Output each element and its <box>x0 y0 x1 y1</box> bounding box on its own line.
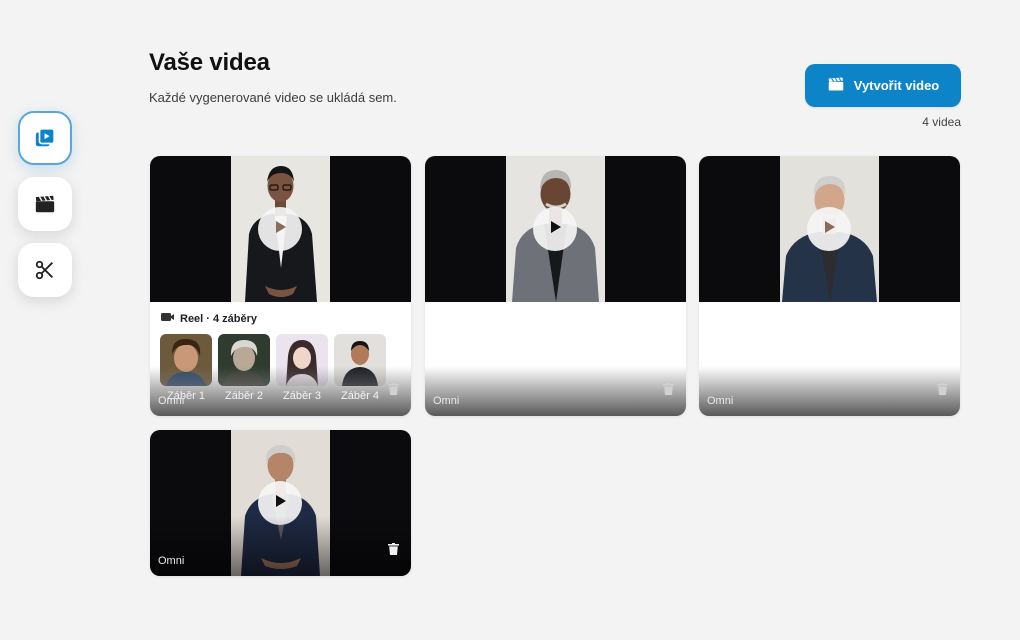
video-card[interactable]: Reel · 4 záběry Záběr 1 Záběr 2 Záběr 3 <box>150 156 411 416</box>
trash-icon[interactable] <box>388 542 399 560</box>
create-nav-button[interactable] <box>18 177 72 231</box>
play-button[interactable] <box>533 207 577 251</box>
trash-icon[interactable] <box>663 382 674 400</box>
play-button[interactable] <box>807 207 851 251</box>
play-icon <box>547 219 563 240</box>
play-icon <box>272 493 288 514</box>
model-tag: Omni <box>433 395 460 407</box>
reel-label: Reel · 4 záběry <box>161 312 257 325</box>
video-library-icon <box>34 127 56 149</box>
clapperboard-icon <box>827 76 845 95</box>
page-subtitle: Každé vygenerované video se ukládá sem. <box>149 90 397 105</box>
video-card[interactable]: Omni <box>699 156 960 416</box>
card-footer-gradient <box>699 366 960 416</box>
edit-nav-button[interactable] <box>18 243 72 297</box>
video-thumbnail <box>150 156 411 302</box>
trash-icon[interactable] <box>388 382 399 400</box>
model-tag: Omni <box>158 395 185 407</box>
play-icon <box>821 219 837 240</box>
clapperboard-icon <box>34 193 56 215</box>
card-footer-gradient <box>425 366 686 416</box>
videos-nav-button[interactable] <box>18 111 72 165</box>
card-footer-gradient <box>150 516 411 576</box>
trash-icon[interactable] <box>937 382 948 400</box>
create-video-label: Vytvořit video <box>853 78 940 93</box>
video-card[interactable]: Omni <box>425 156 686 416</box>
video-card[interactable]: Omni <box>150 430 411 576</box>
page-title: Vaše videa <box>149 49 270 76</box>
scissors-icon <box>34 259 56 281</box>
video-thumbnail <box>699 156 960 302</box>
play-button[interactable] <box>258 207 302 251</box>
tool-rail <box>18 111 72 297</box>
film-icon <box>161 312 174 325</box>
create-video-button[interactable]: Vytvořit video <box>805 64 961 107</box>
model-tag: Omni <box>707 395 734 407</box>
video-count: 4 videa <box>922 115 961 129</box>
play-icon <box>272 219 288 240</box>
model-tag: Omni <box>158 555 185 567</box>
video-thumbnail <box>425 156 686 302</box>
